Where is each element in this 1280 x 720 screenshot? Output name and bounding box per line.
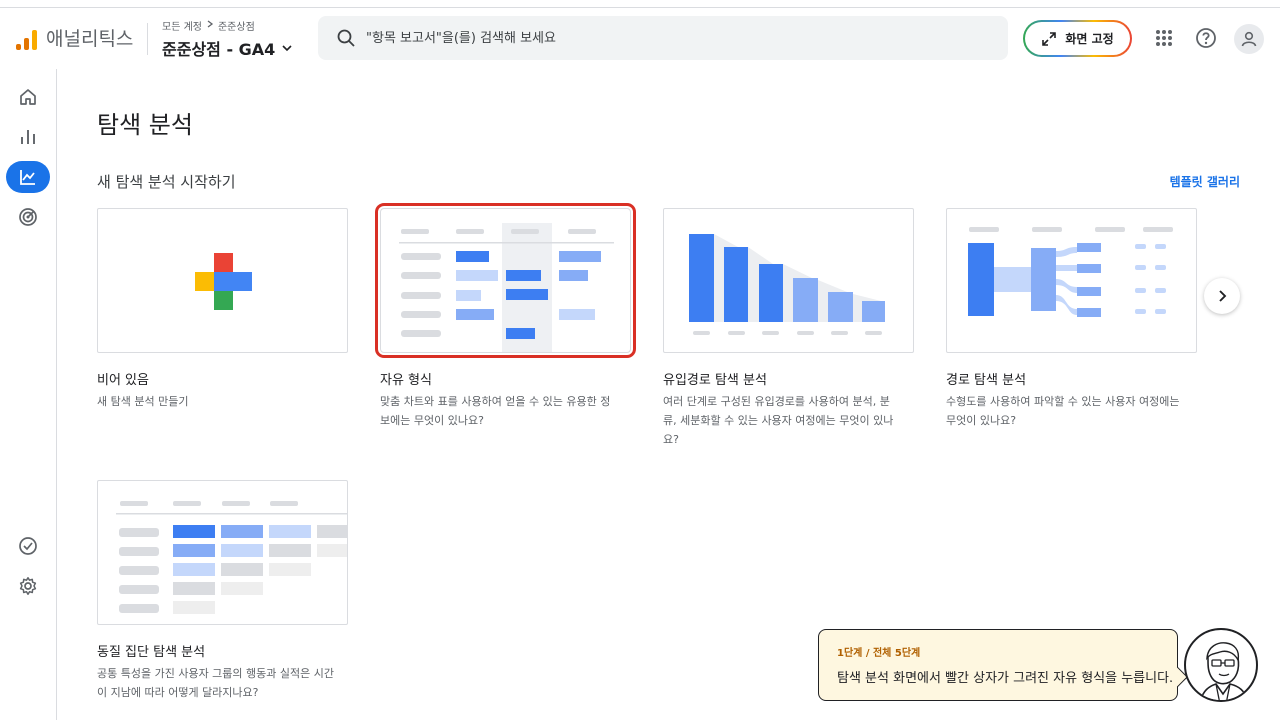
nav-advertising[interactable] — [8, 201, 48, 233]
chevron-right-icon — [1219, 290, 1227, 302]
top-strip — [0, 0, 1280, 8]
card-path[interactable] — [946, 208, 1197, 353]
pin-button-label: 화면 고정 — [1065, 32, 1114, 46]
chevron-down-icon — [281, 39, 293, 58]
card-cohort-title: 동질 집단 탐색 분석 — [97, 645, 206, 660]
card-cohort[interactable] — [97, 480, 348, 625]
card-free-form-desc: 맞춤 차트와 표를 사용하여 얻을 수 있는 유용한 정보에는 무엇이 있나요? — [380, 395, 611, 427]
account-avatar[interactable] — [1234, 24, 1264, 54]
guide-step: 1단계 / 전체 5단계 — [837, 648, 921, 659]
nav-reports[interactable] — [8, 121, 48, 153]
section-title: 새 탐색 분석 시작하기 — [97, 173, 236, 191]
card-cohort-desc: 공통 특성을 가진 사용자 그룹의 행동과 실적은 시간이 지남에 따라 어떻게… — [97, 667, 334, 699]
app-name: 애널리틱스 — [46, 28, 134, 50]
header-divider — [147, 23, 148, 55]
guide-mascot-icon — [1184, 628, 1258, 702]
nav-settings[interactable] — [8, 570, 48, 602]
chevron-right-icon — [206, 20, 214, 31]
card-funnel-title: 유입경로 탐색 분석 — [663, 373, 767, 388]
expand-icon — [1042, 31, 1057, 46]
breadcrumb-property[interactable]: 준준상점 — [218, 18, 255, 33]
funnel-chart-icon — [689, 234, 885, 335]
apps-grid-icon[interactable] — [1149, 23, 1179, 53]
guide-tooltip: 1단계 / 전체 5단계 탐색 분석 화면에서 빨간 상자가 그려진 자유 형식… — [818, 629, 1188, 701]
property-name: 준준상점 - GA4 — [162, 40, 276, 59]
carousel-next-button[interactable] — [1204, 278, 1240, 314]
breadcrumb-account[interactable]: 모든 계정 — [162, 18, 202, 33]
breadcrumb[interactable]: 모든 계정 준준상점 — [162, 18, 255, 33]
card-path-desc: 수형도를 사용하여 파악할 수 있는 사용자 여정에는 무엇이 있나요? — [946, 395, 1180, 427]
plus-icon — [195, 253, 252, 310]
person-icon — [1241, 31, 1257, 47]
path-tree-icon — [968, 227, 1173, 317]
pin-screen-button[interactable]: 화면 고정 — [1023, 20, 1132, 57]
reports-icon — [21, 130, 35, 144]
check-circle-icon — [19, 537, 37, 555]
advertising-icon — [19, 208, 37, 226]
free-form-table-icon — [399, 223, 614, 352]
cohort-table-icon — [116, 501, 347, 614]
guide-text: 탐색 분석 화면에서 빨간 상자가 그려진 자유 형식을 누릅니다. — [837, 671, 1174, 686]
search-input[interactable] — [366, 26, 966, 50]
card-funnel-desc: 여러 단계로 구성된 유입경로를 사용하여 분석, 분류, 세분화할 수 있는 … — [663, 395, 894, 446]
card-blank-title: 비어 있음 — [97, 373, 149, 388]
card-path-title: 경로 탐색 분석 — [946, 373, 1027, 388]
template-gallery-link[interactable]: 템플릿 갤러리 — [1170, 173, 1240, 190]
explore-icon — [20, 170, 35, 185]
property-selector[interactable]: 준준상점 - GA4 — [162, 36, 293, 60]
search-icon — [337, 29, 355, 47]
home-icon — [20, 89, 36, 105]
nav-explore[interactable] — [6, 161, 50, 193]
left-nav — [0, 69, 57, 720]
card-free-form[interactable] — [375, 203, 636, 358]
settings-icon — [19, 577, 37, 595]
help-icon[interactable] — [1191, 23, 1221, 53]
card-funnel[interactable] — [663, 208, 914, 353]
app-header: 애널리틱스 모든 계정 준준상점 준준상점 - GA4 화면 고정 — [0, 9, 1280, 69]
nav-check[interactable] — [8, 530, 48, 562]
page-title: 탐색 분석 — [97, 111, 193, 139]
card-blank[interactable] — [97, 208, 348, 353]
nav-home[interactable] — [8, 81, 48, 113]
card-blank-desc: 새 탐색 분석 만들기 — [97, 395, 189, 408]
analytics-logo-icon[interactable] — [16, 30, 38, 50]
card-free-form-title: 자유 형식 — [380, 373, 432, 388]
main-content: 탐색 분석 새 탐색 분석 시작하기 템플릿 갤러리 비어 있음 새 탐색 분석… — [57, 69, 1280, 720]
search-bar[interactable] — [318, 16, 1008, 60]
